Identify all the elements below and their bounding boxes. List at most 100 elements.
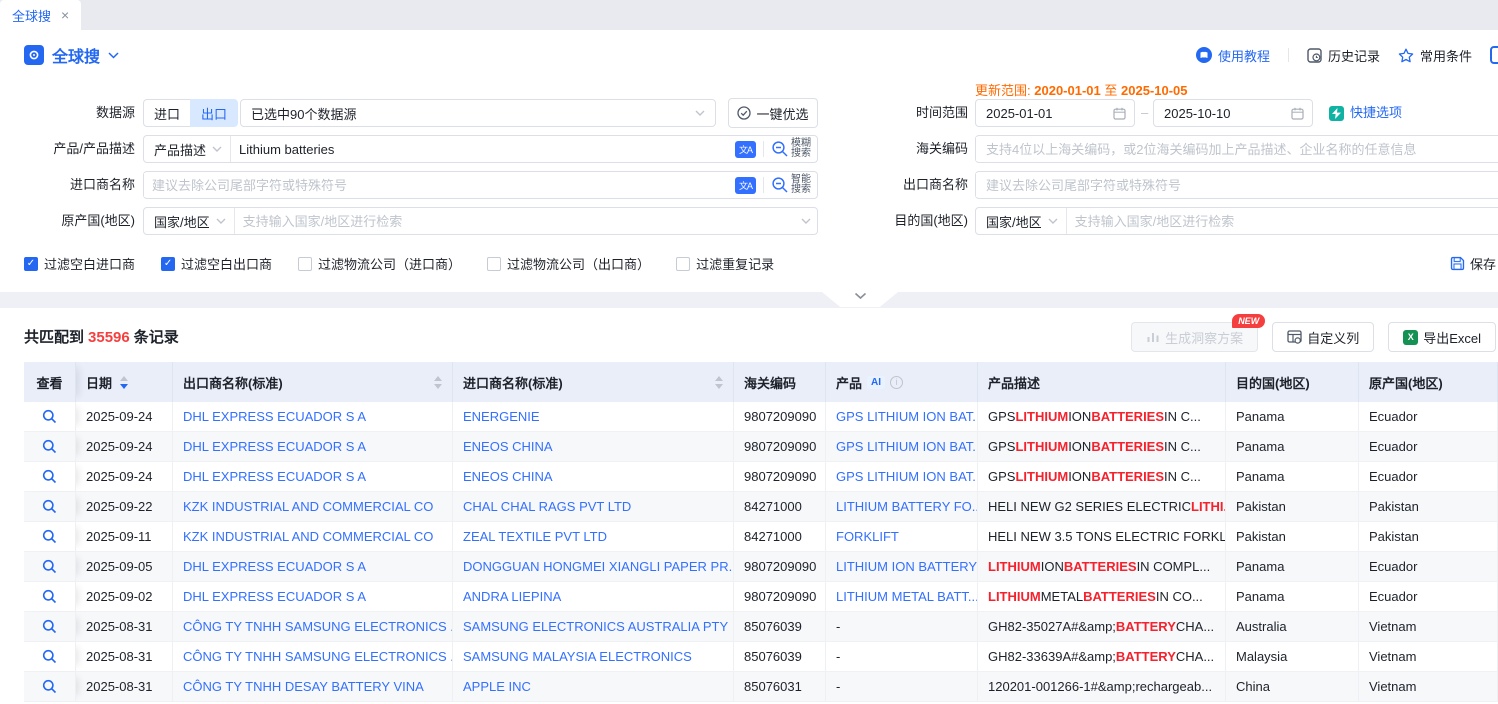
origin-country-select[interactable]: 国家/地区 (144, 208, 235, 234)
col-exporter[interactable]: 出口商名称(标准) (173, 362, 453, 402)
translate-icon[interactable]: 文A (735, 177, 756, 194)
product-link[interactable]: GPS LITHIUM ION BAT... (826, 432, 978, 461)
filter-checkbox[interactable]: 过滤物流公司（出口商） (487, 254, 650, 273)
view-record-button[interactable] (24, 492, 76, 521)
col-hs-code: 海关编码 (734, 362, 826, 402)
product-link[interactable]: LITHIUM ION BATTERY (826, 552, 978, 581)
sort-exporter[interactable] (434, 376, 442, 389)
destination-country-label: 目的国(地区) (850, 207, 968, 235)
filter-checkbox[interactable]: ✓ 过滤空白出口商 (161, 254, 272, 273)
favorites-link[interactable]: 常用条件 (1398, 46, 1472, 65)
exporter-link[interactable]: CÔNG TY TNHH DESAY BATTERY VINA (173, 672, 453, 701)
date-to-input[interactable]: 2025-10-10 (1153, 99, 1313, 127)
checkbox-icon[interactable] (676, 257, 690, 271)
product-link[interactable]: LITHIUM METAL BATT... (826, 582, 978, 611)
view-record-button[interactable] (24, 672, 76, 701)
exporter-link[interactable]: DHL EXPRESS ECUADOR S A (173, 582, 453, 611)
importer-link[interactable]: ENERGENIE (453, 402, 734, 431)
product-field-tools: 文A 模糊搜索 (731, 139, 817, 159)
checkbox-icon[interactable] (298, 257, 312, 271)
export-toggle-button[interactable]: 出口 (190, 99, 238, 127)
destination-country-input[interactable] (1067, 209, 1498, 233)
hs-code-input[interactable] (976, 137, 1498, 161)
history-link[interactable]: 历史记录 (1307, 46, 1380, 65)
search-icon (42, 499, 57, 514)
checkbox-icon[interactable]: ✓ (161, 257, 175, 271)
customize-columns-button[interactable]: 自定义列 (1272, 322, 1374, 352)
import-toggle-button[interactable]: 进口 (143, 99, 191, 127)
col-importer[interactable]: 进口商名称(标准) (453, 362, 734, 402)
exporter-link[interactable]: KZK INDUSTRIAL AND COMMERCIAL CO (173, 492, 453, 521)
view-record-button[interactable] (24, 642, 76, 671)
filter-checkbox[interactable]: 过滤重复记录 (676, 254, 774, 273)
product-link[interactable]: GPS LITHIUM ION BAT... (826, 402, 978, 431)
product-type-select[interactable]: 产品描述 (144, 136, 231, 162)
importer-link[interactable]: ZEAL TEXTILE PVT LTD (453, 522, 734, 551)
view-record-button[interactable] (24, 612, 76, 641)
exporter-link[interactable]: DHL EXPRESS ECUADOR S A (173, 552, 453, 581)
smart-search-button[interactable]: 智能搜索 (771, 175, 811, 195)
view-record-button[interactable] (24, 402, 76, 431)
results-table: 查看 日期 出口商名称(标准) 进口商名称(标准) 海关编码 产品 AI (24, 362, 1498, 702)
product-link[interactable]: FORKLIFT (826, 522, 978, 551)
filter-checkbox[interactable]: 过滤物流公司（进口商） (298, 254, 461, 273)
search-icon (42, 559, 57, 574)
filter-checkbox[interactable]: ✓ 过滤空白进口商 (24, 254, 135, 273)
cell-hs-code: 9807209090 (734, 432, 826, 461)
importer-link[interactable]: APPLE INC (453, 672, 734, 701)
tutorial-link[interactable]: 使用教程 (1196, 46, 1270, 65)
cell-date: 2025-09-24 (76, 402, 173, 431)
product-link[interactable]: LITHIUM BATTERY FO... (826, 492, 978, 521)
destination-country-select[interactable]: 国家/地区 (976, 208, 1067, 234)
table-body: 2025-09-24 DHL EXPRESS ECUADOR S A ENERG… (24, 402, 1498, 702)
exporter-link[interactable]: CÔNG TY TNHH SAMSUNG ELECTRONICS ... (173, 612, 453, 641)
exporter-name-input[interactable] (976, 173, 1498, 197)
exporter-link[interactable]: DHL EXPRESS ECUADOR S A (173, 402, 453, 431)
importer-link[interactable]: DONGGUAN HONGMEI XIANGLI PAPER PR... (453, 552, 734, 581)
info-icon[interactable]: i (890, 376, 903, 389)
tutorial-icon (1196, 47, 1212, 63)
col-date[interactable]: 日期 (76, 362, 173, 402)
product-link[interactable]: GPS LITHIUM ION BAT... (826, 462, 978, 491)
sort-date[interactable] (120, 376, 128, 389)
view-record-button[interactable] (24, 522, 76, 551)
one-click-optimize-button[interactable]: 一键优选 (728, 98, 818, 128)
export-excel-button[interactable]: X 导出Excel (1388, 322, 1496, 352)
exporter-link[interactable]: DHL EXPRESS ECUADOR S A (173, 432, 453, 461)
origin-country-input[interactable] (235, 209, 797, 233)
product-input[interactable] (231, 137, 731, 161)
quick-options-link[interactable]: 快捷选项 (1329, 99, 1402, 127)
importer-link[interactable]: ENEOS CHINA (453, 462, 734, 491)
view-record-button[interactable] (24, 582, 76, 611)
page-title-group[interactable]: 全球搜 (24, 43, 119, 67)
importer-link[interactable]: SAMSUNG MALAYSIA ELECTRONICS (453, 642, 734, 671)
checkbox-icon[interactable] (487, 257, 501, 271)
cell-origin: Vietnam (1359, 612, 1498, 641)
sort-importer[interactable] (715, 376, 723, 389)
partial-cutoff-icon[interactable] (1490, 46, 1498, 64)
exporter-link[interactable]: CÔNG TY TNHH SAMSUNG ELECTRONICS ... (173, 642, 453, 671)
importer-link[interactable]: CHAL CHAL RAGS PVT LTD (453, 492, 734, 521)
view-record-button[interactable] (24, 552, 76, 581)
tab-global-search[interactable]: 全球搜 × (0, 0, 81, 30)
importer-link[interactable]: SAMSUNG ELECTRONICS AUSTRALIA PTY (453, 612, 734, 641)
importer-link[interactable]: ENEOS CHINA (453, 432, 734, 461)
exporter-link[interactable]: KZK INDUSTRIAL AND COMMERCIAL CO (173, 522, 453, 551)
importer-name-input[interactable] (144, 173, 731, 197)
date-from-input[interactable]: 2025-01-01 (975, 99, 1135, 127)
close-icon[interactable]: × (61, 8, 69, 22)
exporter-link[interactable]: DHL EXPRESS ECUADOR S A (173, 462, 453, 491)
fuzzy-search-button[interactable]: 模糊搜索 (771, 139, 811, 159)
view-record-button[interactable] (24, 462, 76, 491)
generate-insight-button[interactable]: 生成洞察方案 NEW (1131, 322, 1258, 352)
cell-date: 2025-09-24 (76, 432, 173, 461)
view-record-button[interactable] (24, 432, 76, 461)
zoom-out-icon (771, 176, 789, 194)
collapse-form-button[interactable] (822, 292, 898, 307)
translate-icon[interactable]: 文A (735, 141, 756, 158)
cell-product-desc: GPS LITHIUM ION BATTERIES IN C... (978, 432, 1226, 461)
importer-link[interactable]: ANDRA LIEPINA (453, 582, 734, 611)
data-source-select[interactable]: 已选中90个数据源 (240, 99, 716, 127)
checkbox-icon[interactable]: ✓ (24, 257, 38, 271)
save-conditions-button[interactable]: 保存 (1450, 254, 1496, 273)
